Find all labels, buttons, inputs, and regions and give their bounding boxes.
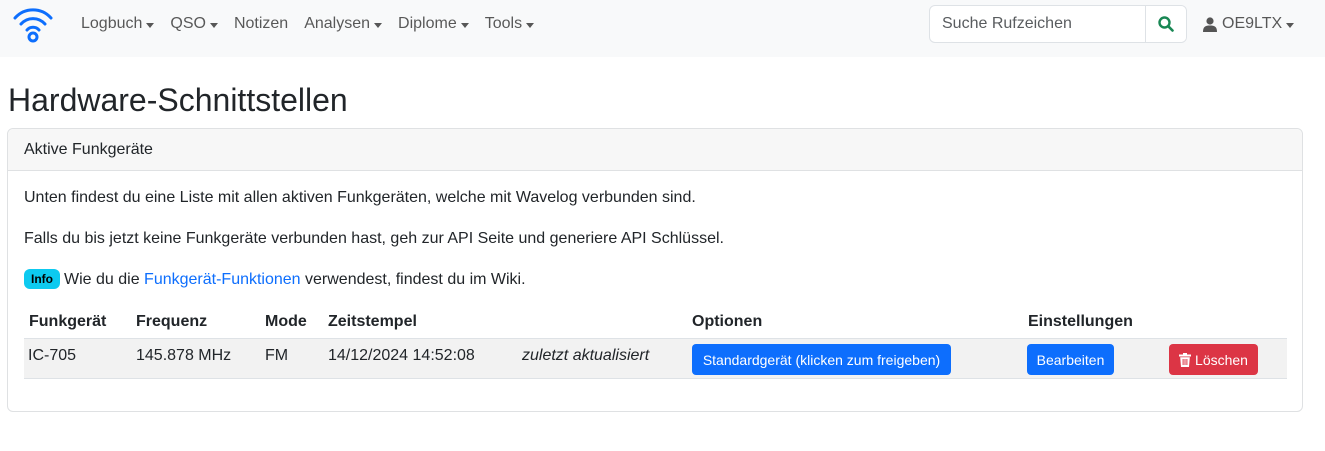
info-line: Info Wie du die Funkgerät-Funktionen verw… <box>24 269 526 289</box>
wifi-logo-icon[interactable] <box>12 6 54 44</box>
navbar: Logbuch QSO Notizen Analysen Diplome Too… <box>0 0 1325 57</box>
nav-analysen[interactable]: Analysen <box>296 15 390 33</box>
radio-mode: FM <box>265 347 289 364</box>
intro-text-1: Unten findest du eine Liste mit allen ak… <box>24 189 696 206</box>
active-radios-card: Aktive Funkgeräte Unten findest du eine … <box>7 128 1303 412</box>
info-badge: Info <box>24 269 60 289</box>
search-input[interactable] <box>930 6 1145 42</box>
caret-down-icon <box>146 22 155 28</box>
nav-logbuch[interactable]: Logbuch <box>73 15 162 33</box>
user-menu[interactable]: OE9LTX <box>1203 0 1295 48</box>
table-header: Funkgerät Frequenz Mode Zeitstempel Opti… <box>8 313 1302 333</box>
table-row: IC-705 145.878 MHz FM 14/12/2024 14:52:0… <box>24 338 1287 379</box>
caret-down-icon <box>374 22 383 28</box>
user-callsign: OE9LTX <box>1222 15 1283 32</box>
search-button[interactable] <box>1145 6 1186 42</box>
search-icon <box>1158 16 1174 32</box>
intro-text-2: Falls du bis jetzt keine Funkgeräte verb… <box>24 230 724 247</box>
user-icon <box>1203 16 1217 32</box>
col-mode: Mode <box>265 313 307 330</box>
caret-down-icon <box>460 22 469 28</box>
col-frequency: Frequenz <box>136 313 208 330</box>
page-title: Hardware-Schnittstellen <box>8 82 348 118</box>
delete-button[interactable]: Löschen <box>1169 344 1258 375</box>
caret-down-icon <box>526 22 535 28</box>
nav-notizen[interactable]: Notizen <box>226 15 296 33</box>
radio-timestamp: 14/12/2024 14:52:08 <box>328 347 475 364</box>
radio-name: IC-705 <box>28 347 77 364</box>
card-title: Aktive Funkgeräte <box>24 140 153 158</box>
edit-button[interactable]: Bearbeiten <box>1027 344 1114 375</box>
default-radio-button[interactable]: Standardgerät (klicken zum freigeben) <box>692 344 951 375</box>
radio-status: zuletzt aktualisiert <box>522 347 650 364</box>
col-timestamp: Zeitstempel <box>328 313 417 330</box>
callsign-search <box>929 5 1187 43</box>
nav-tools[interactable]: Tools <box>477 15 542 33</box>
col-settings: Einstellungen <box>1028 313 1133 330</box>
caret-down-icon <box>209 22 218 28</box>
nav-qso[interactable]: QSO <box>162 15 226 33</box>
trash-icon <box>1179 352 1192 367</box>
col-options: Optionen <box>692 313 763 330</box>
col-radio: Funkgerät <box>29 313 107 330</box>
radio-frequency: 145.878 MHz <box>136 347 232 364</box>
caret-down-icon <box>1286 22 1295 28</box>
nav-diplome[interactable]: Diplome <box>390 15 477 33</box>
card-header: Aktive Funkgeräte <box>8 129 1302 171</box>
radio-functions-link[interactable]: Funkgerät-Funktionen <box>144 271 301 288</box>
main-nav: Logbuch QSO Notizen Analysen Diplome Too… <box>73 0 542 48</box>
